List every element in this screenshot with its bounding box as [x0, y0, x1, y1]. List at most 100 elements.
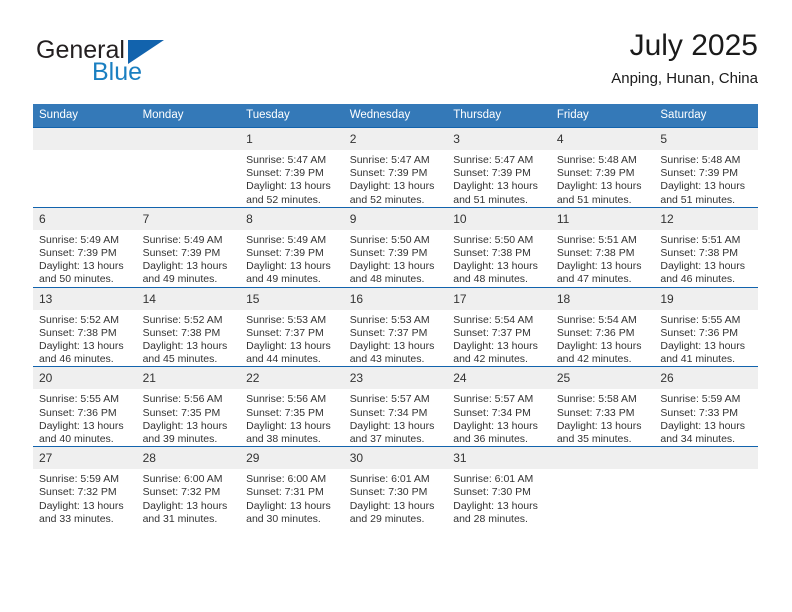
daylight-text: Daylight: 13 hours and 46 minutes. [39, 340, 124, 366]
day-number: 23 [343, 367, 448, 390]
sunrise-text: Sunrise: 5:51 AM [660, 233, 741, 246]
calendar-day-cell[interactable]: 19 Sunrise: 5:55 AM Sunset: 7:36 PM Dayligh… [654, 286, 758, 367]
weekday-header-wednesday: Wednesday [343, 104, 448, 128]
sunset-text: Sunset: 7:36 PM [39, 406, 117, 419]
sunset-text: Sunset: 7:34 PM [349, 406, 428, 419]
day-number: 22 [240, 367, 344, 390]
sunset-text: Sunset: 7:35 PM [142, 406, 221, 419]
calendar-day-cell[interactable]: 27 Sunrise: 5:59 AM Sunset: 7:32 PM Dayligh… [33, 446, 137, 527]
sunrise-text: Sunrise: 6:00 AM [142, 473, 223, 486]
sunrise-text: Sunrise: 5:55 AM [660, 313, 741, 326]
calendar-day-cell[interactable]: 8 Sunrise: 5:49 AM Sunset: 7:39 PM Daylight… [240, 206, 344, 288]
calendar-day-cell[interactable]: 7 Sunrise: 5:49 AM Sunset: 7:39 PM Daylight… [136, 206, 241, 288]
daylight-text: Daylight: 13 hours and 49 minutes. [246, 260, 331, 286]
calendar-day-cell[interactable]: 12 Sunrise: 5:51 AM Sunset: 7:38 PM Dayligh… [654, 206, 758, 288]
day-number: 13 [33, 287, 137, 310]
calendar-table: Sunday Monday Tuesday Wednesday Thursday… [33, 104, 758, 527]
calendar-day-cell[interactable] [654, 446, 758, 527]
calendar-day-cell[interactable]: 29 Sunrise: 6:00 AM Sunset: 7:31 PM Dayligh… [240, 446, 344, 527]
day-number: 2 [343, 128, 448, 150]
day-details: Sunrise: 5:58 AM Sunset: 7:33 PM Daylight:… [551, 389, 655, 446]
day-details: Sunrise: 5:59 AM Sunset: 7:33 PM Daylight:… [654, 389, 758, 446]
sunrise-text: Sunrise: 5:56 AM [246, 393, 327, 406]
calendar-day-cell[interactable] [136, 127, 241, 208]
calendar-day-cell[interactable] [550, 446, 655, 527]
day-details: Sunrise: 5:49 AM Sunset: 7:39 PM Daylight:… [33, 230, 137, 287]
weekday-header-tuesday: Tuesday [240, 104, 344, 128]
calendar-day-cell[interactable] [33, 127, 137, 208]
day-number: 11 [550, 207, 655, 230]
brand-logo[interactable]: General Blue [33, 28, 293, 92]
calendar-day-cell[interactable]: 26 Sunrise: 5:59 AM Sunset: 7:33 PM Dayligh… [654, 366, 758, 447]
sunrise-text: Sunrise: 5:49 AM [142, 233, 223, 246]
calendar-day-cell[interactable]: 18 Sunrise: 5:54 AM Sunset: 7:36 PM Dayligh… [550, 286, 655, 367]
day-details: Sunrise: 5:50 AM Sunset: 7:39 PM Daylight:… [344, 230, 448, 287]
day-number: 10 [447, 207, 551, 230]
sunrise-text: Sunrise: 5:47 AM [453, 154, 534, 166]
day-details: Sunrise: 5:52 AM Sunset: 7:38 PM Daylight:… [33, 310, 137, 367]
calendar-day-cell[interactable]: 10 Sunrise: 5:50 AM Sunset: 7:38 PM Dayligh… [447, 206, 551, 288]
calendar-day-cell[interactable]: 20 Sunrise: 5:55 AM Sunset: 7:36 PM Dayligh… [33, 366, 137, 447]
sunrise-text: Sunrise: 5:50 AM [349, 233, 430, 246]
calendar-page: General Blue July 2025 Anping, Hunan, Ch… [0, 0, 792, 612]
day-number: 30 [343, 447, 448, 470]
calendar-day-cell[interactable]: 9 Sunrise: 5:50 AM Sunset: 7:39 PM Daylight… [343, 206, 448, 288]
page-location: Anping, Hunan, China [611, 70, 758, 87]
calendar-week-row: 1 Sunrise: 5:47 AM Sunset: 7:39 PM Daylight… [33, 127, 758, 208]
sunrise-text: Sunrise: 5:48 AM [556, 154, 637, 166]
day-number: 17 [447, 287, 551, 310]
sunrise-text: Sunrise: 5:58 AM [556, 393, 637, 406]
calendar-day-cell[interactable]: 6 Sunrise: 5:49 AM Sunset: 7:39 PM Daylight… [33, 206, 137, 288]
day-number: 7 [136, 207, 241, 230]
calendar-body: 1 Sunrise: 5:47 AM Sunset: 7:39 PM Daylight… [33, 127, 758, 527]
calendar-day-cell[interactable]: 23 Sunrise: 5:57 AM Sunset: 7:34 PM Dayligh… [343, 366, 448, 447]
calendar-day-cell[interactable]: 16 Sunrise: 5:53 AM Sunset: 7:37 PM Dayligh… [343, 286, 448, 367]
sunrise-text: Sunrise: 5:53 AM [246, 313, 327, 326]
sunset-text: Sunset: 7:35 PM [246, 406, 324, 419]
sunset-text: Sunset: 7:39 PM [453, 167, 531, 180]
sunrise-text: Sunrise: 5:55 AM [39, 393, 119, 406]
sunset-text: Sunset: 7:34 PM [453, 406, 531, 419]
daylight-text: Daylight: 13 hours and 45 minutes. [142, 340, 228, 366]
calendar-day-cell[interactable]: 25 Sunrise: 5:58 AM Sunset: 7:33 PM Dayligh… [550, 366, 655, 447]
day-details: Sunrise: 5:48 AM Sunset: 7:39 PM Daylight:… [654, 150, 758, 207]
calendar-day-cell[interactable]: 5 Sunrise: 5:48 AM Sunset: 7:39 PM Daylight… [654, 127, 758, 208]
calendar-day-cell[interactable]: 13 Sunrise: 5:52 AM Sunset: 7:38 PM Dayligh… [33, 286, 137, 367]
calendar-day-cell[interactable]: 30 Sunrise: 6:01 AM Sunset: 7:30 PM Dayligh… [343, 446, 448, 527]
day-details: Sunrise: 6:00 AM Sunset: 7:32 PM Daylight:… [137, 469, 241, 526]
calendar-day-cell[interactable]: 17 Sunrise: 5:54 AM Sunset: 7:37 PM Dayligh… [447, 286, 551, 367]
calendar-day-cell[interactable]: 3 Sunrise: 5:47 AM Sunset: 7:39 PM Daylight… [447, 127, 551, 208]
calendar-day-cell[interactable]: 2 Sunrise: 5:47 AM Sunset: 7:39 PM Daylight… [343, 127, 448, 208]
calendar-day-cell[interactable]: 31 Sunrise: 6:01 AM Sunset: 7:30 PM Dayligh… [447, 446, 551, 527]
daylight-text: Daylight: 13 hours and 49 minutes. [142, 260, 228, 286]
sunset-text: Sunset: 7:36 PM [556, 326, 635, 339]
sunset-text: Sunset: 7:33 PM [660, 406, 739, 419]
daylight-text: Daylight: 13 hours and 51 minutes. [556, 180, 642, 206]
sunset-text: Sunset: 7:38 PM [556, 247, 635, 260]
calendar-day-cell[interactable]: 11 Sunrise: 5:51 AM Sunset: 7:38 PM Dayligh… [550, 206, 655, 288]
sunrise-text: Sunrise: 5:59 AM [660, 393, 741, 406]
daylight-text: Daylight: 13 hours and 52 minutes. [349, 180, 435, 206]
brand-name-blue: Blue [92, 58, 143, 86]
calendar-day-cell[interactable]: 15 Sunrise: 5:53 AM Sunset: 7:37 PM Dayligh… [240, 286, 344, 367]
calendar-day-cell[interactable]: 28 Sunrise: 6:00 AM Sunset: 7:32 PM Dayligh… [136, 446, 241, 527]
calendar-day-cell[interactable]: 14 Sunrise: 5:52 AM Sunset: 7:38 PM Dayligh… [136, 286, 241, 367]
daylight-text: Daylight: 13 hours and 44 minutes. [246, 340, 331, 366]
day-number: 27 [33, 447, 137, 470]
day-number: 9 [343, 207, 448, 230]
day-number: 26 [654, 367, 758, 390]
calendar-day-cell[interactable]: 21 Sunrise: 5:56 AM Sunset: 7:35 PM Dayligh… [136, 366, 241, 447]
sunrise-text: Sunrise: 6:00 AM [246, 473, 327, 486]
calendar-day-cell[interactable]: 22 Sunrise: 5:56 AM Sunset: 7:35 PM Dayligh… [240, 366, 344, 447]
day-details: Sunrise: 5:57 AM Sunset: 7:34 PM Daylight:… [447, 389, 551, 446]
calendar-day-cell[interactable]: 4 Sunrise: 5:48 AM Sunset: 7:39 PM Daylight… [550, 127, 655, 208]
day-number [654, 447, 758, 470]
day-details: Sunrise: 5:54 AM Sunset: 7:37 PM Daylight:… [447, 310, 551, 367]
sunset-text: Sunset: 7:38 PM [453, 247, 531, 260]
day-details: Sunrise: 5:56 AM Sunset: 7:35 PM Daylight:… [137, 389, 241, 446]
calendar-day-cell[interactable]: 1 Sunrise: 5:47 AM Sunset: 7:39 PM Daylight… [240, 127, 344, 208]
sunset-text: Sunset: 7:37 PM [453, 326, 531, 339]
calendar-day-cell[interactable]: 24 Sunrise: 5:57 AM Sunset: 7:34 PM Dayligh… [447, 366, 551, 447]
sunset-text: Sunset: 7:30 PM [349, 486, 428, 499]
daylight-text: Daylight: 13 hours and 51 minutes. [660, 180, 746, 206]
